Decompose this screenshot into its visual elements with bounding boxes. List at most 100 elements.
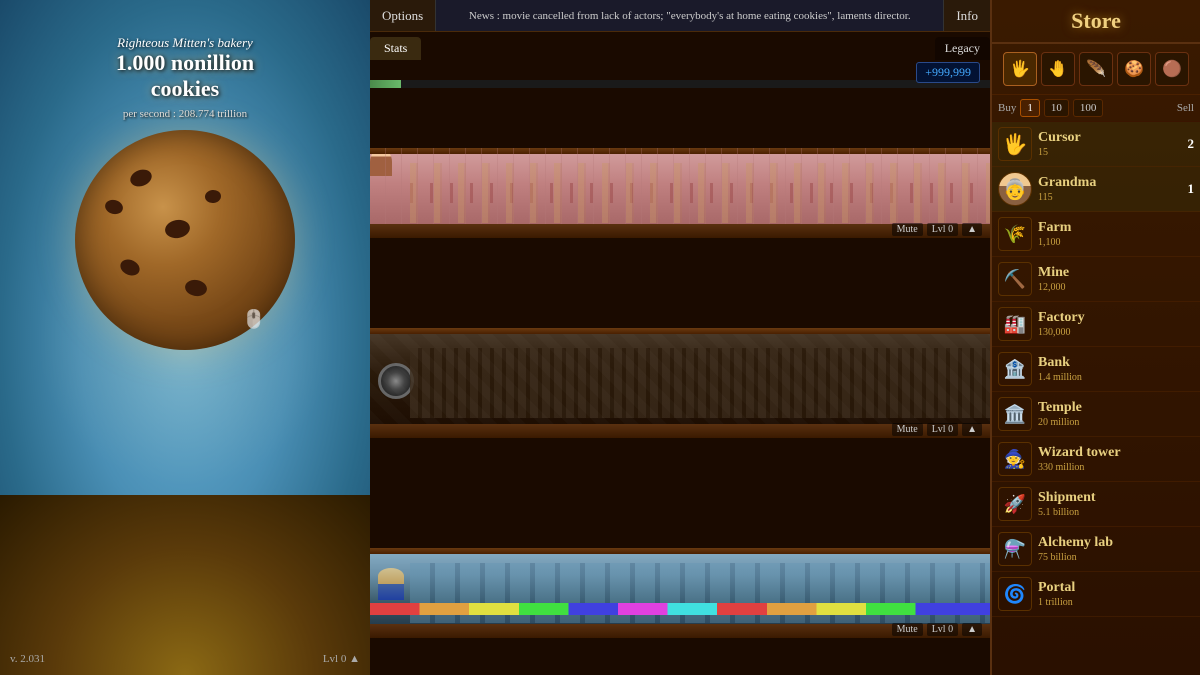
choc-chip <box>204 189 221 203</box>
lvl-btn[interactable]: Lvl 0 <box>927 223 958 236</box>
cookie2-icon-btn[interactable]: 🟤 <box>1155 52 1189 86</box>
wizard-tower-item-info: Wizard tower 330 million <box>1038 445 1194 474</box>
store-item-factory[interactable]: 🏭 Factory 130,000 <box>992 302 1200 347</box>
grandma-item-name: Grandma <box>1038 175 1194 192</box>
store-item-temple[interactable]: 🏛️ Temple 20 million <box>992 392 1200 437</box>
store-item-wizard-tower[interactable]: 🧙 Wizard tower 330 million <box>992 437 1200 482</box>
portal-item-name: Portal <box>1038 580 1194 597</box>
store-icons: 🖐️ 🤚 🪶 🍪 🟤 <box>992 44 1200 95</box>
temple-item-cost: 20 million <box>1038 417 1194 428</box>
options-button[interactable]: Options <box>370 0 435 31</box>
wizard-tower-icon-img: 🧙 <box>1004 449 1026 470</box>
buy-100-btn[interactable]: 100 <box>1073 99 1104 117</box>
mine-item-name: Mine <box>1038 265 1194 282</box>
lvl-btn-3[interactable]: Lvl 0 <box>927 623 958 636</box>
bank-item-name: Bank <box>1038 355 1194 372</box>
middle-panel: Options News : movie cancelled from lack… <box>370 0 990 675</box>
cursor-item-info: Cursor 15 <box>1038 130 1194 159</box>
factory-item-icon: 🏭 <box>998 307 1032 341</box>
grandma-item-info: Grandma 115 <box>1038 175 1194 204</box>
buy-label: Buy <box>998 102 1016 114</box>
checker-pattern <box>370 334 990 424</box>
cursor-item-cost: 15 <box>1038 147 1194 158</box>
store-item-shipment[interactable]: 🚀 Shipment 5.1 billion <box>992 482 1200 527</box>
choc-chip <box>103 198 124 216</box>
temple-item-name: Temple <box>1038 400 1194 417</box>
grandma-row-inner: Mute Lvl 0 ▲ <box>370 148 990 238</box>
color-stripe <box>370 603 990 615</box>
cursor-icon-btn[interactable]: 🖐️ <box>1003 52 1037 86</box>
cookie-icon-btn[interactable]: 🍪 <box>1117 52 1151 86</box>
mute-btn[interactable]: Mute <box>892 223 923 236</box>
lvl-btn-2[interactable]: Lvl 0 <box>927 423 958 436</box>
wizard-tower-item-name: Wizard tower <box>1038 445 1194 462</box>
shipment-icon-img: 🚀 <box>1004 494 1026 515</box>
left-panel: Righteous Mitten's bakery 1.000 nonillio… <box>0 0 370 675</box>
progress-fill <box>370 80 401 88</box>
bank-item-cost: 1.4 million <box>1038 372 1194 383</box>
wizard-tower-item-icon: 🧙 <box>998 442 1032 476</box>
buy-10-btn[interactable]: 10 <box>1044 99 1069 117</box>
temple-icon-img: 🏛️ <box>1004 404 1026 425</box>
hand-icon-btn[interactable]: 🤚 <box>1041 52 1075 86</box>
feather-icon-btn[interactable]: 🪶 <box>1079 52 1113 86</box>
bank-item-icon: 🏦 <box>998 352 1032 386</box>
store-item-portal[interactable]: 🌀 Portal 1 trillion <box>992 572 1200 617</box>
temple-item-info: Temple 20 million <box>1038 400 1194 429</box>
mine-item-cost: 12,000 <box>1038 282 1194 293</box>
per-second: per second : 208.774 trillion <box>0 108 370 120</box>
factory-item-name: Factory <box>1038 310 1194 327</box>
store-item-farm[interactable]: 🌾 Farm 1,100 <box>992 212 1200 257</box>
bank-item-info: Bank 1.4 million <box>1038 355 1194 384</box>
farm-item-cost: 1,100 <box>1038 237 1194 248</box>
grandma-pattern <box>410 163 990 223</box>
choc-chip <box>184 278 208 298</box>
right-panel: Store 🖐️ 🤚 🪶 🍪 🟤 Buy 1 10 100 Sell 🖐️ Cu… <box>990 0 1200 675</box>
news-ticker: News : movie cancelled from lack of acto… <box>435 0 944 31</box>
tab-stats[interactable]: Stats <box>370 37 421 60</box>
wizard-tower-item-cost: 330 million <box>1038 462 1194 473</box>
shipment-item-icon: 🚀 <box>998 487 1032 521</box>
grandma-item-cost: 115 <box>1038 192 1194 203</box>
factory-row-inner: Mute Lvl 0 ▲ <box>370 548 990 638</box>
cookie-count: 1.000 nonillion cookies <box>0 50 370 103</box>
portal-item-cost: 1 trillion <box>1038 597 1194 608</box>
info-button[interactable]: Info <box>944 0 990 31</box>
mine-item-info: Mine 12,000 <box>1038 265 1194 294</box>
version-label: v. 2.031 <box>10 653 45 665</box>
store-item-alchemy-lab[interactable]: ⚗️ Alchemy lab 75 billion <box>992 527 1200 572</box>
mute-btn-3[interactable]: Mute <box>892 623 923 636</box>
expand-btn-3[interactable]: ▲ <box>962 623 982 636</box>
expand-btn-2[interactable]: ▲ <box>962 423 982 436</box>
store-item-grandma[interactable]: 👵 Grandma 115 1 <box>992 167 1200 212</box>
farm-item-name: Farm <box>1038 220 1194 237</box>
shipment-item-name: Shipment <box>1038 490 1194 507</box>
cursor-mini-label[interactable]: Lvl 0 ▲ <box>323 653 360 665</box>
alchemy-lab-item-name: Alchemy lab <box>1038 535 1194 552</box>
shipment-item-cost: 5.1 billion <box>1038 507 1194 518</box>
portal-item-info: Portal 1 trillion <box>1038 580 1194 609</box>
grandma-row: Mute Lvl 0 ▲ <box>370 148 990 238</box>
bakery-name: Righteous Mitten's bakery <box>0 35 370 51</box>
alchemy-lab-icon-img: ⚗️ <box>1004 539 1026 560</box>
farm-icon-img: 🌾 <box>1004 224 1026 245</box>
cursor-item-count: 2 <box>1174 136 1194 152</box>
portal-item-icon: 🌀 <box>998 577 1032 611</box>
row-controls-2: Mute Lvl 0 ▲ <box>892 423 982 436</box>
expand-btn[interactable]: ▲ <box>962 223 982 236</box>
grandma-item-icon: 👵 <box>998 172 1032 206</box>
portal-icon-img: 🌀 <box>1004 584 1026 605</box>
mute-btn-2[interactable]: Mute <box>892 423 923 436</box>
row-controls: Mute Lvl 0 ▲ <box>892 223 982 236</box>
store-item-cursor[interactable]: 🖐️ Cursor 15 2 <box>992 122 1200 167</box>
store-item-mine[interactable]: ⛏️ Mine 12,000 <box>992 257 1200 302</box>
tab-legacy[interactable]: Legacy <box>935 37 990 60</box>
temple-item-icon: 🏛️ <box>998 397 1032 431</box>
farm-item-icon: 🌾 <box>998 217 1032 251</box>
player-sprite <box>378 568 404 600</box>
buy-1-btn[interactable]: 1 <box>1020 99 1040 117</box>
store-title: Store <box>992 0 1200 44</box>
cookie-button[interactable]: 🖱️ <box>75 130 295 350</box>
factory-item-cost: 130,000 <box>1038 327 1194 338</box>
store-item-bank[interactable]: 🏦 Bank 1.4 million <box>992 347 1200 392</box>
